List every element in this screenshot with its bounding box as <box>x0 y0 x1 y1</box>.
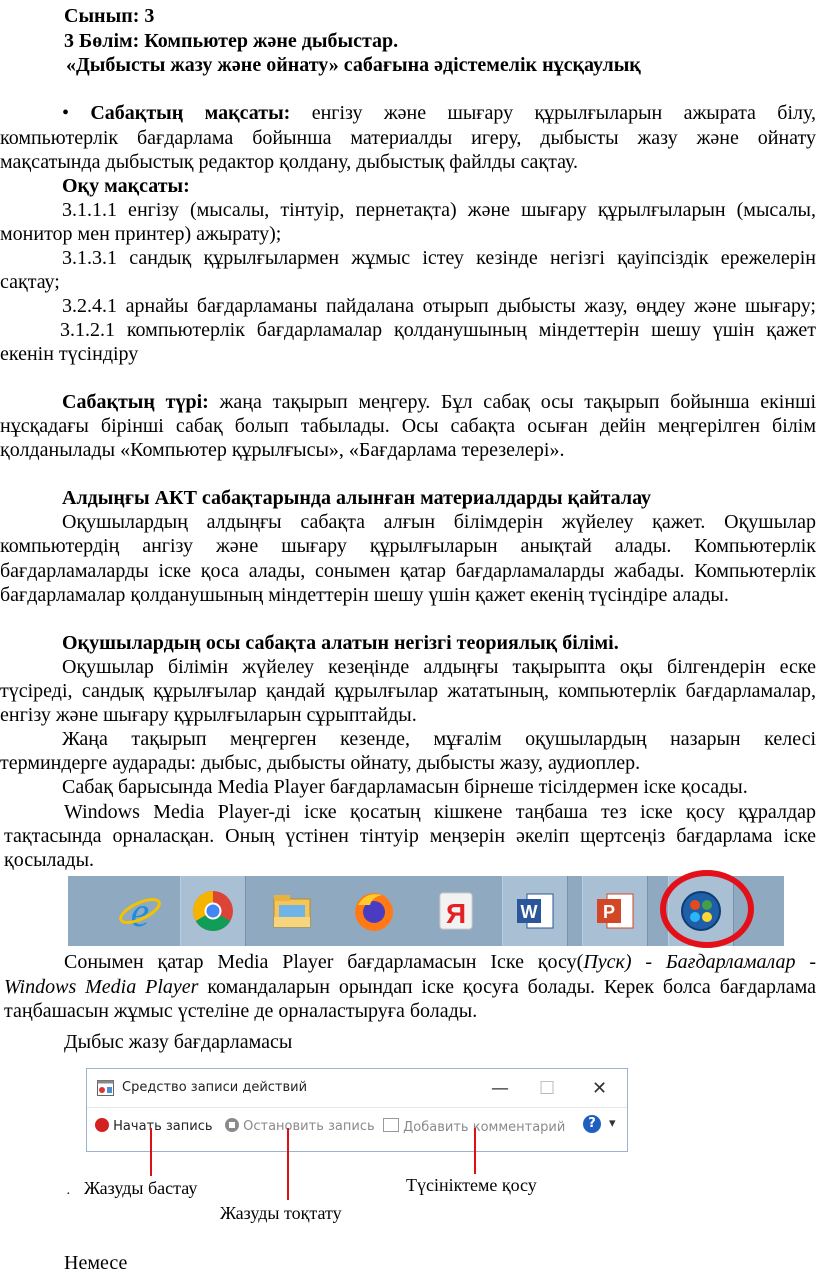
objective-3: 3.2.4.1 арнайы бағдарламаны пайдалана от… <box>62 295 816 317</box>
section-title: 3 Бөлім: Компьютер және дыбыстар. <box>64 30 399 52</box>
goal-label: Сабақтың мақсаты: <box>90 102 291 124</box>
objective-4-line-1: 3.1.2.1 компьютерлік бағдарламалар қолда… <box>60 319 816 341</box>
document-subtitle: «Дыбысты жазу және ойнату» сабағына әдіс… <box>66 54 641 76</box>
caption-stop-recording: Жазуды тоқтату <box>220 1203 342 1223</box>
powerpoint-icon: P <box>597 893 634 929</box>
taskbar-button-chrome[interactable] <box>180 876 246 946</box>
caption-add-comment: Түсініктеме қосу <box>406 1175 537 1195</box>
lesson-type-line-3: қолданылады «Компьютер құрылғысы», «Бағд… <box>0 439 565 461</box>
theory-p4-line-1: Windows Media Player-ді іске қосатың кіш… <box>64 801 816 823</box>
objective-2-line-2: сақтау; <box>0 271 60 293</box>
stray-dot: · <box>66 1187 71 1202</box>
taskbar-button-firefox[interactable] <box>342 876 406 946</box>
app-icon <box>97 1080 114 1096</box>
objectives-label: Оқу мақсаты: <box>62 175 190 197</box>
review-heading: Алдыңғы АКТ сабақтарында алынған материа… <box>62 487 652 509</box>
review-line-2: компьютердің ангізу және шығару құрылғыл… <box>0 535 816 557</box>
theory-p2-line-1: Жаңа тақырып меңгерген кезенде, мұғалім … <box>62 728 816 750</box>
svg-text:W: W <box>521 902 538 922</box>
steps-recorder-window: Средство записи действий — ☐ ✕ Начать за… <box>86 1068 628 1152</box>
word-icon: W <box>517 893 554 929</box>
bullet: • <box>62 102 70 124</box>
divider <box>87 1107 627 1108</box>
help-button[interactable]: ? <box>583 1115 601 1133</box>
lesson-type-line-2: нұсқадағы бірінші сабақ болып табылады. … <box>0 415 816 437</box>
after-line-1-text: Сонымен қатар Media Player бағдарламасын… <box>64 951 584 973</box>
dropdown-arrow[interactable]: ▾ <box>609 1116 616 1131</box>
taskbar-button-yandex[interactable]: Я <box>424 876 488 946</box>
theory-p1-line-1: Оқушылар білімін жүйелеу кезеңінде алдың… <box>62 656 816 678</box>
after-line-1-italic: Пуск) - Бағдарламалар - <box>583 951 816 973</box>
theory-p2-line-2: терминдерге аударады: дыбыс, дыбысты ойн… <box>0 752 641 774</box>
taskbar-button-explorer[interactable] <box>260 876 324 946</box>
objective-2-line-1: 3.1.3.1 сандық құрылғылармен жұмыс істеу… <box>62 247 816 269</box>
firefox-icon <box>355 893 393 931</box>
internet-explorer-icon: e <box>119 890 161 933</box>
stop-record-label: Остановить запись <box>243 1119 375 1134</box>
stop-icon <box>225 1118 239 1132</box>
start-record-label: Начать запись <box>113 1119 213 1134</box>
objective-1-line-2: монитор мен принтер) ажырату); <box>0 223 282 245</box>
minimize-button[interactable]: — <box>491 1078 509 1099</box>
after-line-2: Windows Media Player командаларын орында… <box>4 975 816 999</box>
goal-text: енгізу және шығару құрылғыларын ажырата … <box>311 102 816 124</box>
grade-line: Сынып: 3 <box>64 5 155 27</box>
lesson-type-label: Сабақтың түрі: <box>62 391 209 413</box>
file-explorer-icon <box>273 895 311 928</box>
stop-record-button[interactable]: Остановить запись <box>225 1118 375 1134</box>
callout-line-stop <box>287 1128 289 1200</box>
theory-heading: Оқушылардың осы сабақта алатын негізгі т… <box>62 632 619 654</box>
goal-line-2: компьютерлік бағдарлама бойынша материал… <box>0 127 816 149</box>
start-record-button[interactable]: Начать запись <box>95 1118 213 1134</box>
help-icon: ? <box>583 1115 601 1133</box>
maximize-button[interactable]: ☐ <box>539 1078 555 1099</box>
window-title: Средство записи действий <box>122 1080 308 1095</box>
taskbar-button-powerpoint[interactable]: P <box>582 876 648 946</box>
footer-text: Немесе <box>64 1252 128 1274</box>
taskbar-button-ie[interactable]: e <box>108 876 172 946</box>
lesson-type-text: жаңа тақырып меңгеру. Бұл сабақ осы тақы… <box>219 391 816 413</box>
review-line-1: Оқушылардың алдыңғы сабақта алғын білімд… <box>62 511 816 533</box>
highlight-circle <box>660 870 754 948</box>
taskbar-button-word[interactable]: W <box>502 876 568 946</box>
callout-line-comment <box>474 1128 476 1174</box>
theory-p1-line-2: түсіреді, сандық құрылғылар қандай құрыл… <box>0 680 816 702</box>
record-icon <box>95 1118 109 1132</box>
after-line-2-italic: Windows Media Player <box>4 976 199 998</box>
theory-p3: Сабақ барысында Media Player бағдарламас… <box>62 776 748 798</box>
goal-line-1: • Сабақтың мақсаты: енгізу және шығару қ… <box>62 101 816 125</box>
svg-text:P: P <box>603 902 615 922</box>
after-line-1: Сонымен қатар Media Player бағдарламасын… <box>64 950 816 974</box>
recorder-caption: Дыбыс жазу бағдарламасы <box>64 1031 293 1053</box>
theory-p4-line-2: тақтасында орналасқан. Оның үстінен тінт… <box>4 825 816 847</box>
objective-4-line-2: екенін түсіндіру <box>0 343 139 365</box>
callout-line-start <box>150 1128 152 1176</box>
svg-text:Я: Я <box>446 898 466 929</box>
goal-line-3: мақсатында дыбыстық редактор қолдану, ды… <box>0 151 578 173</box>
yandex-icon: Я <box>439 892 473 930</box>
add-comment-label: Добавить комментарий <box>403 1120 566 1135</box>
lesson-type-line-1: Сабақтың түрі: жаңа тақырып меңгеру. Бұл… <box>62 390 816 414</box>
comment-icon <box>383 1118 399 1132</box>
title-bar: Средство записи действий — ☐ ✕ <box>87 1069 627 1107</box>
review-line-4: бағдарламалар қолданушының міндеттерін ш… <box>0 584 729 606</box>
theory-p1-line-3: енгізу және шығару құрылғыларын сұрыптай… <box>0 704 417 726</box>
after-line-3: таңбашасын жұмыс үстеліне де орналастыру… <box>4 1000 478 1022</box>
objective-1-line-1: 3.1.1.1 енгізу (мысалы, тінтуір, пернета… <box>62 199 816 221</box>
theory-p4-line-3: қосылады. <box>4 849 94 871</box>
after-line-2-text: командаларын орындап іске қосуға болады.… <box>198 976 816 998</box>
caption-start-recording: Жазуды бастау <box>84 1178 198 1198</box>
svg-text:e: e <box>131 890 150 933</box>
chrome-icon <box>193 891 233 931</box>
close-button[interactable]: ✕ <box>592 1078 607 1099</box>
review-line-3: бағдарламаларды іске қоса алады, сонымен… <box>0 560 816 582</box>
